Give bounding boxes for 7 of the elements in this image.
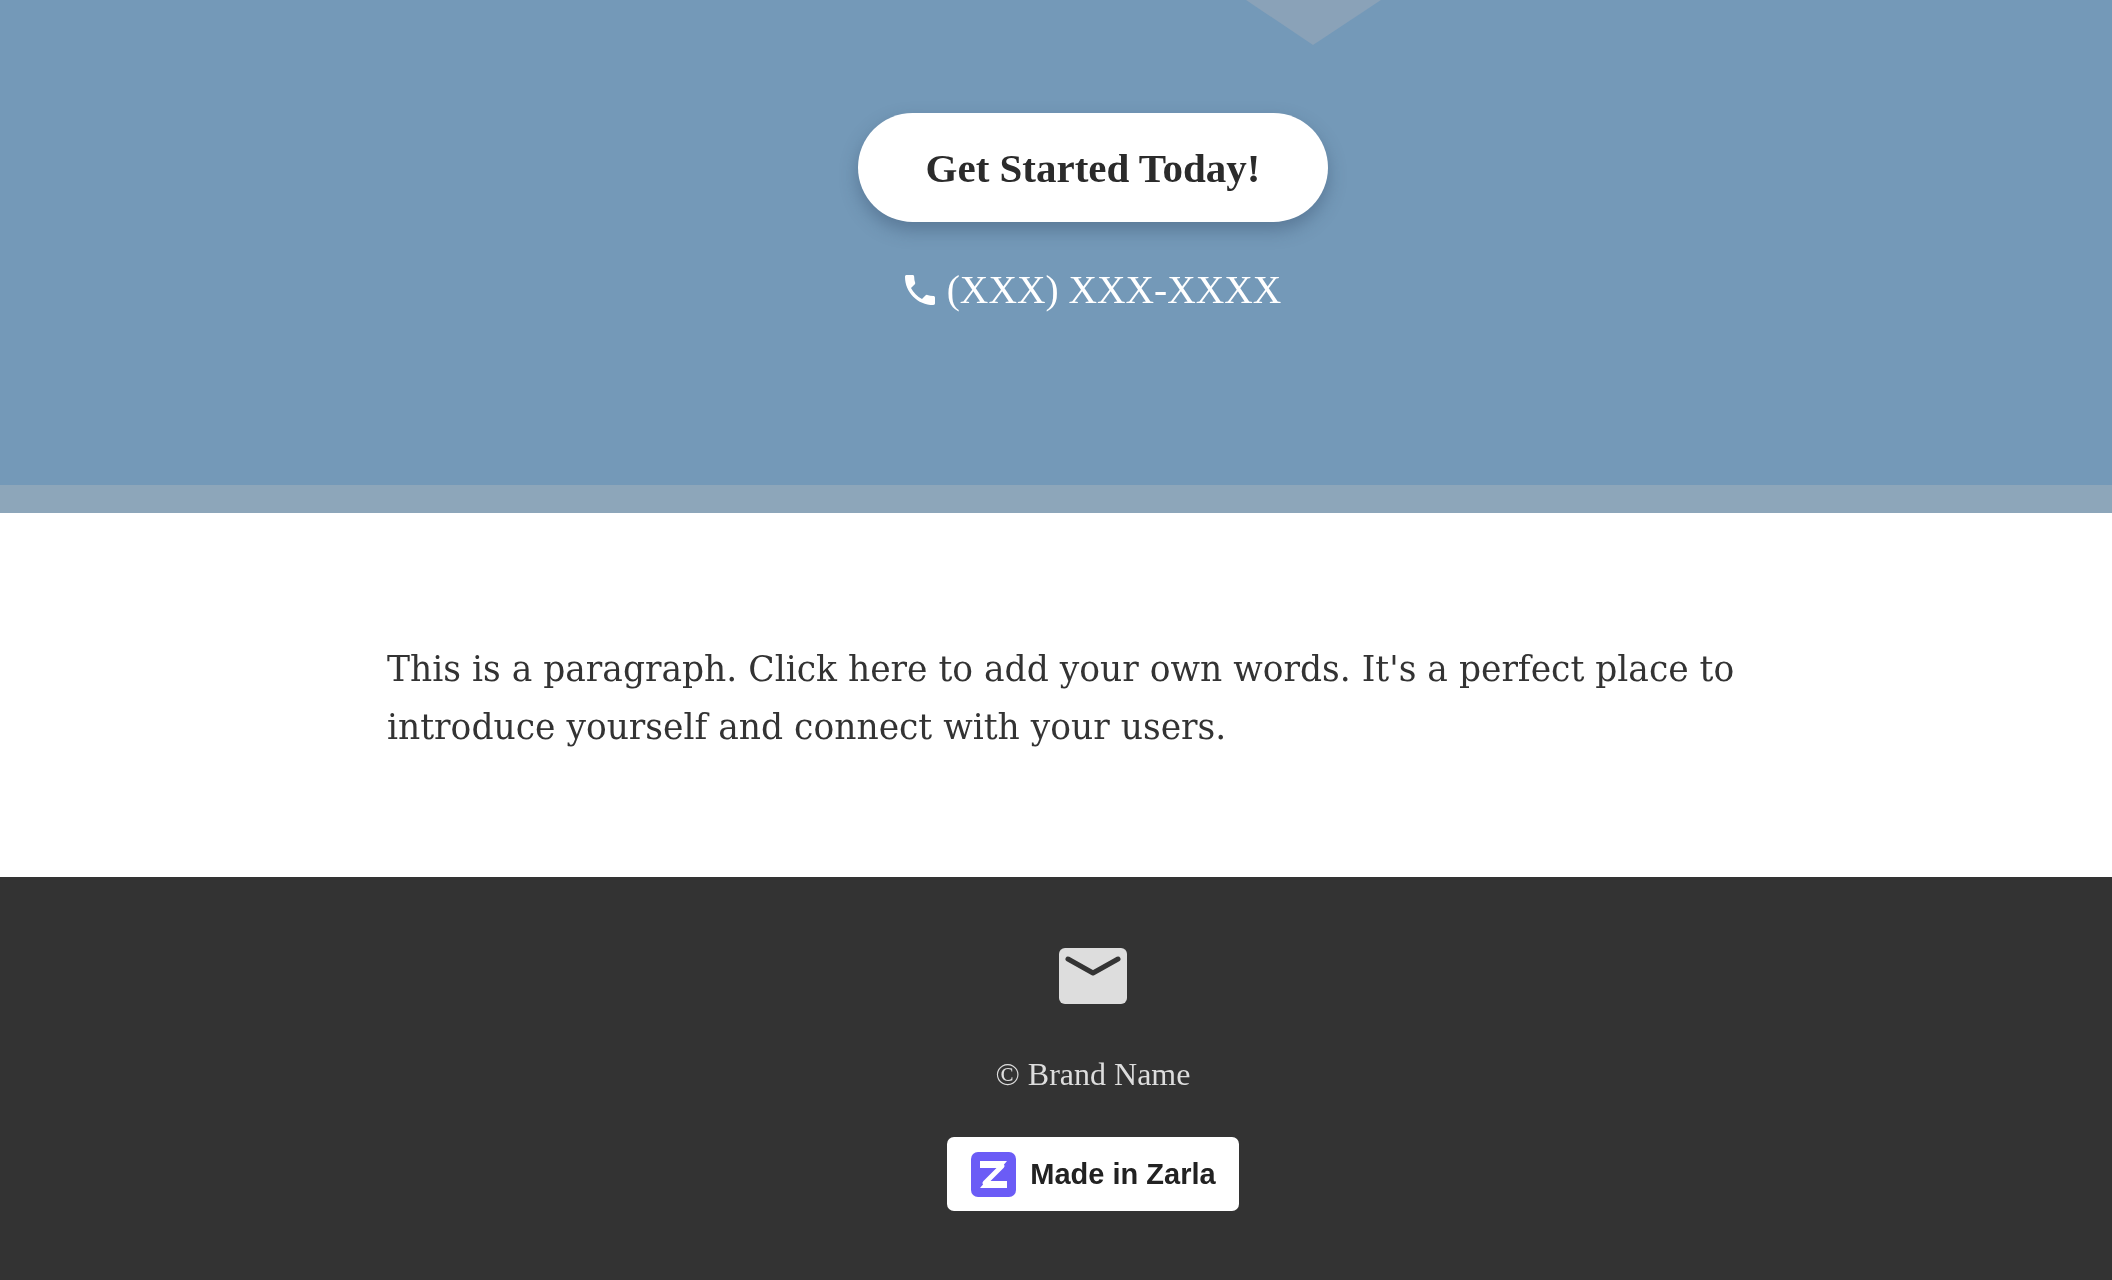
phone-icon <box>904 275 935 305</box>
made-in-badge[interactable]: Made in Zarla <box>947 1137 1239 1211</box>
z-logo-icon <box>971 1151 1017 1197</box>
envelope-icon[interactable] <box>1059 948 1127 1004</box>
copyright-text: © Brand Name <box>995 1055 1191 1094</box>
get-started-button[interactable]: Get Started Today! <box>858 113 1328 222</box>
intro-paragraph: This is a paragraph. Click here to add your own words. It's a perfect place to introduce yourself and connect with your users. <box>387 648 1736 749</box>
